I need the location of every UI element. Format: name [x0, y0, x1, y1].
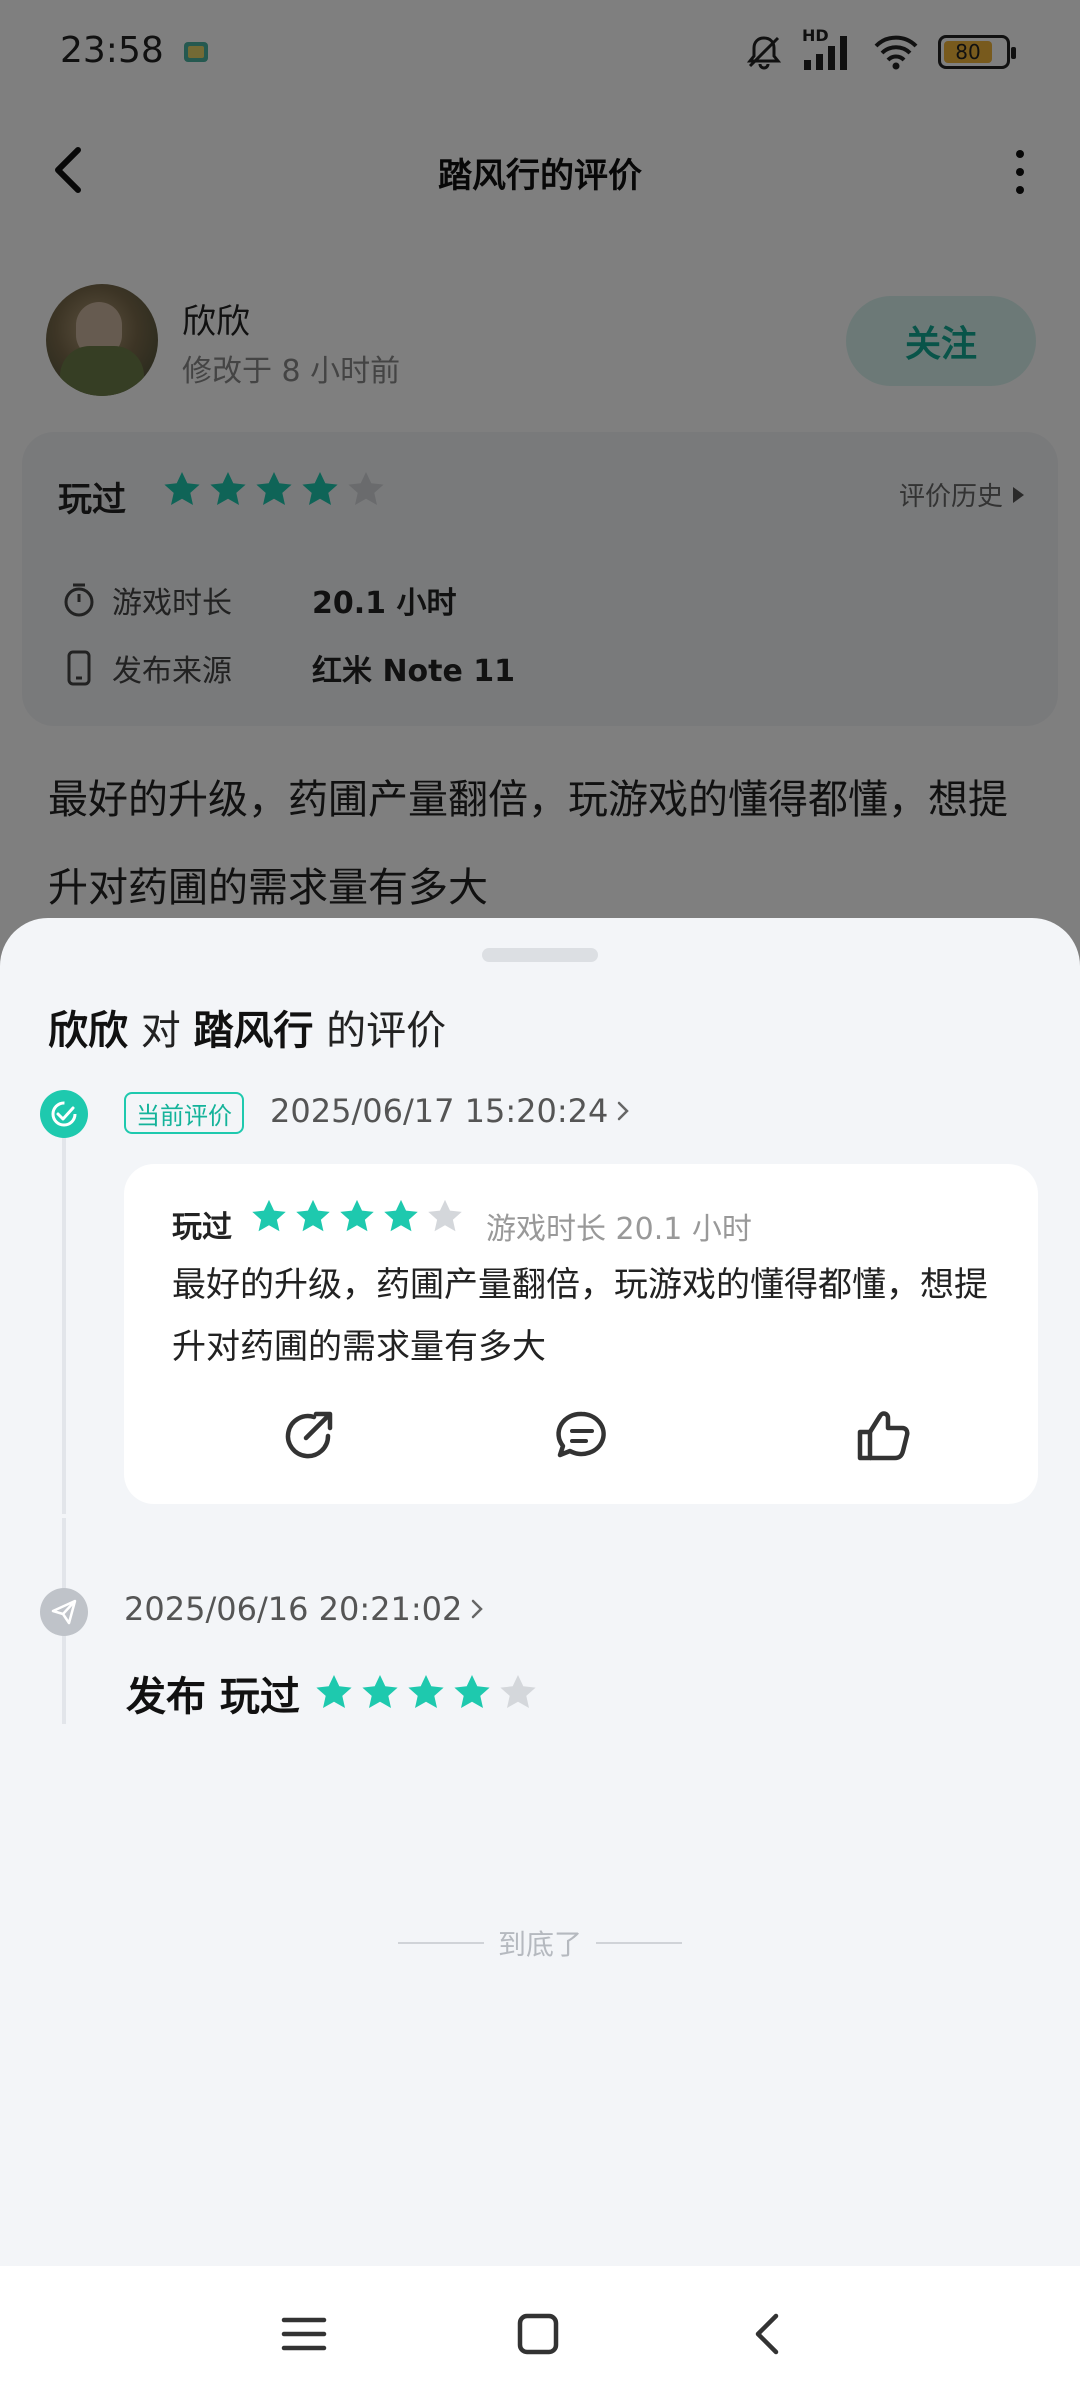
entry-actions	[124, 1404, 1038, 1484]
timestamp-link[interactable]: 2025/06/16 20:21:02	[124, 1590, 484, 1628]
star-filled-icon	[316, 1675, 352, 1708]
publish-rating-stars	[314, 1673, 538, 1713]
edit-check-icon	[40, 1090, 88, 1138]
star-empty-icon	[428, 1199, 462, 1232]
current-review-badge: 当前评价	[124, 1092, 244, 1134]
entry-timestamp: 2025/06/16 20:21:02	[124, 1590, 463, 1628]
sheet-title: 欣欣 对 踏风行 的评价	[48, 998, 446, 1056]
star-filled-icon	[454, 1675, 490, 1708]
timeline-line	[62, 1638, 66, 1724]
sheet-title-end: 的评价	[326, 1008, 447, 1054]
divider	[397, 1942, 484, 1944]
review-history-sheet: 欣欣 对 踏风行 的评价 当前评价 2025/06/17 15:20:24 玩过…	[0, 918, 1080, 2400]
star-filled-icon	[296, 1199, 330, 1232]
sheet-title-game: 踏风行	[193, 1008, 314, 1054]
entry-timestamp: 2025/06/17 15:20:24	[270, 1092, 609, 1130]
sheet-title-user: 欣欣	[48, 1008, 128, 1054]
share-icon[interactable]	[276, 1404, 340, 1468]
review-entry-card[interactable]: 玩过 游戏时长 20.1 小时 最好的升级，药圃产量翻倍，玩游戏的懂得都懂，想提…	[124, 1164, 1038, 1504]
sheet-title-mid: 对	[140, 1008, 181, 1054]
entry-duration: 游戏时长 20.1 小时	[486, 1212, 752, 1247]
navigation-bar	[0, 2266, 1080, 2400]
menu-icon[interactable]	[274, 2304, 334, 2364]
timestamp-link[interactable]: 2025/06/17 15:20:24	[270, 1092, 630, 1130]
star-filled-icon	[362, 1675, 398, 1708]
chevron-right-icon	[472, 1599, 484, 1619]
chevron-right-icon	[618, 1101, 630, 1121]
sheet-grabber[interactable]	[482, 948, 598, 962]
star-filled-icon	[340, 1199, 374, 1232]
entry-rating-stars	[250, 1198, 464, 1236]
entry-played-label: 玩过	[172, 1210, 232, 1245]
back-icon[interactable]	[738, 2304, 798, 2364]
publish-text: 发布 玩过	[126, 1674, 300, 1720]
star-filled-icon	[252, 1199, 286, 1232]
comment-icon[interactable]	[550, 1404, 614, 1468]
divider	[596, 1942, 682, 1944]
star-filled-icon	[384, 1199, 418, 1232]
like-icon[interactable]	[852, 1404, 916, 1468]
star-empty-icon	[500, 1675, 536, 1708]
star-filled-icon	[408, 1675, 444, 1708]
end-of-list: 到底了	[0, 1923, 1080, 1963]
publish-entry: 发布 玩过	[126, 1664, 538, 1722]
home-icon[interactable]	[508, 2304, 568, 2364]
send-plane-icon	[40, 1588, 88, 1636]
end-text: 到底了	[497, 1928, 582, 1961]
entry-text: 最好的升级，药圃产量翻倍，玩游戏的懂得都懂，想提升对药圃的需求量有多大	[172, 1265, 988, 1367]
timeline-line	[62, 1114, 66, 1514]
